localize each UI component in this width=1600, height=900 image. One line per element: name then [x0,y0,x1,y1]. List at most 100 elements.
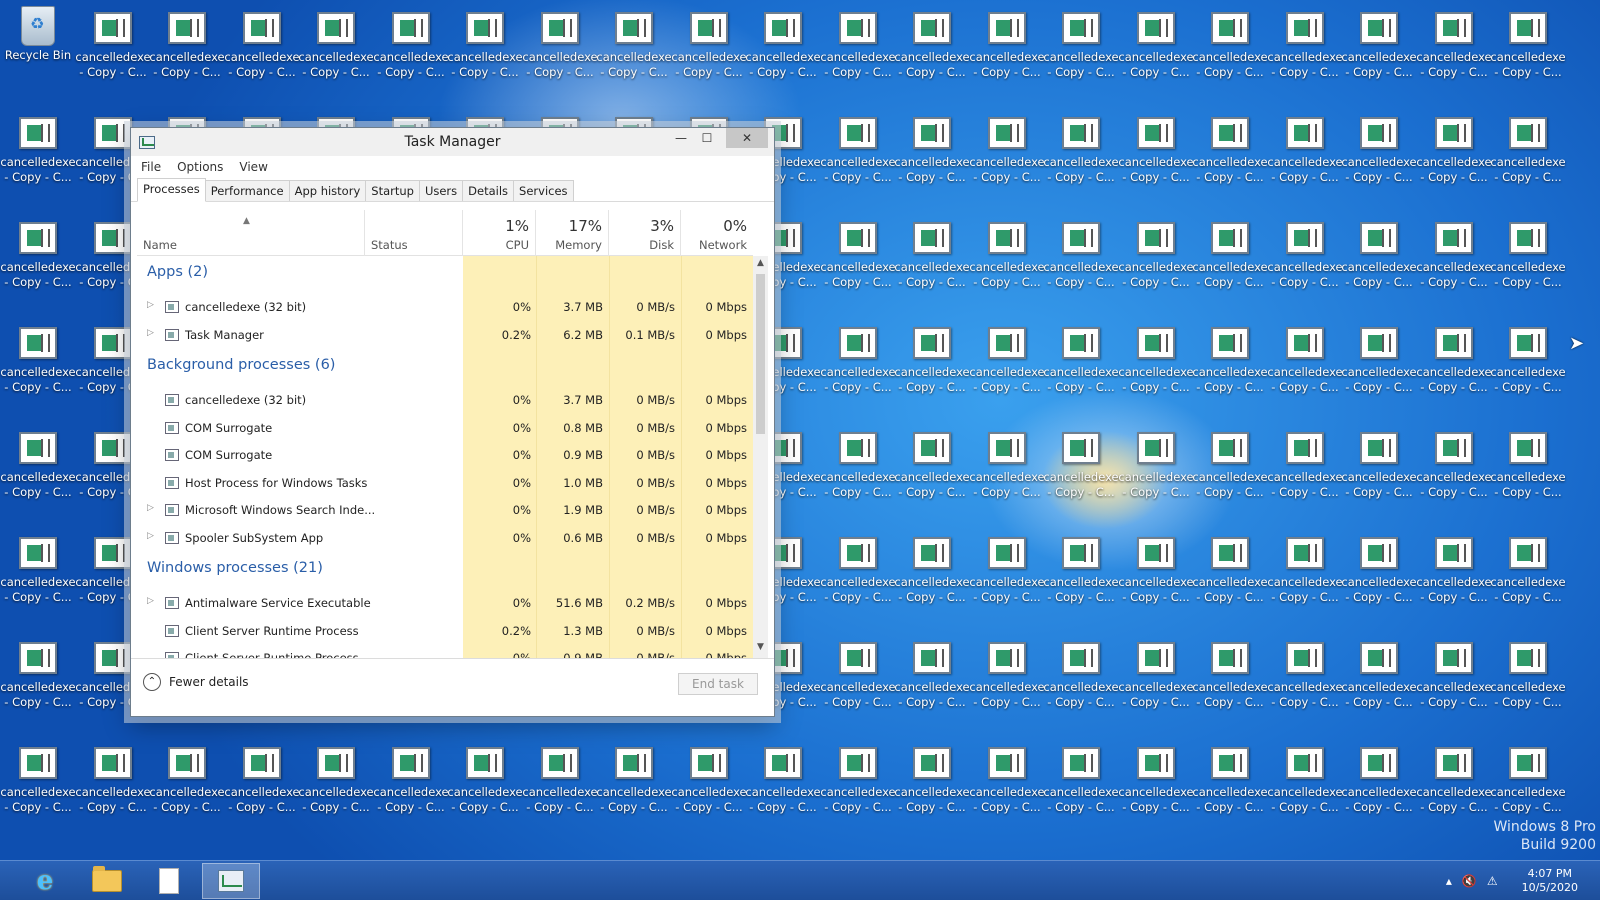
desktop-shortcut[interactable]: cancelledexe - Copy - C... [75,735,151,827]
desktop-shortcut[interactable]: cancelledexe - Copy - C... [1043,525,1119,617]
desktop-shortcut[interactable]: cancelledexe - Copy - C... [1192,315,1268,407]
desktop-shortcut[interactable]: cancelledexe - Copy - C... [0,315,76,407]
desktop-shortcut[interactable]: cancelledexe - Copy - C... [373,735,449,827]
desktop-shortcut[interactable]: cancelledexe - Copy - C... [969,315,1045,407]
desktop-shortcut[interactable]: cancelledexe - Copy - C... [671,735,747,827]
desktop-shortcut[interactable]: cancelledexe - Copy - C... [522,0,598,92]
desktop-shortcut[interactable]: cancelledexe - Copy - C... [1416,735,1492,827]
desktop-shortcut[interactable]: cancelledexe - Copy - C... [894,210,970,302]
desktop-shortcut[interactable]: cancelledexe - Copy - C... [820,630,896,722]
desktop-shortcut[interactable]: cancelledexe - Copy - C... [1118,525,1194,617]
clock[interactable]: 4:07 PM 10/5/2020 [1522,867,1578,895]
desktop-shortcut[interactable]: cancelledexe - Copy - C... [1192,210,1268,302]
desktop-shortcut[interactable]: cancelledexe - Copy - C... [0,210,76,302]
scroll-up-icon[interactable]: ▲ [753,258,768,272]
desktop-shortcut[interactable]: cancelledexe - Copy - C... [1416,0,1492,92]
column-name[interactable]: Name [137,210,365,256]
desktop-shortcut[interactable]: cancelledexe - Copy - C... [1416,630,1492,722]
desktop-shortcut[interactable]: cancelledexe - Copy - C... [1490,420,1566,512]
desktop-shortcut[interactable]: cancelledexe - Copy - C... [0,105,76,197]
expand-arrow-icon[interactable]: ▷ [147,300,154,310]
desktop-shortcut[interactable]: cancelledexe - Copy - C... [820,105,896,197]
process-row[interactable]: Client Server Runtime Process 0.2% 1.3 MB 0… [137,618,753,645]
desktop-shortcut[interactable]: cancelledexe - Copy - C... [820,525,896,617]
menu-file[interactable]: File [141,160,161,174]
desktop-shortcut[interactable]: cancelledexe - Copy - C... [298,735,374,827]
desktop-shortcut[interactable]: cancelledexe - Copy - C... [596,0,672,92]
end-task-button[interactable]: End task [678,673,758,695]
column-network[interactable]: 0% Network [681,210,753,256]
desktop-shortcut[interactable]: cancelledexe - Copy - C... [1267,105,1343,197]
process-row[interactable]: COM Surrogate 0% 0.8 MB 0 MB/s 0 Mbps [137,415,753,442]
tab-processes[interactable]: Processes [137,178,206,202]
desktop-shortcut[interactable]: cancelledexe - Copy - C... [298,0,374,92]
desktop-shortcut[interactable]: cancelledexe - Copy - C... [1267,630,1343,722]
process-row[interactable]: cancelledexe (32 bit) 0% 3.7 MB 0 MB/s 0 Mbp… [137,387,753,414]
process-list-scrollbar[interactable]: ▲ ▼ [753,256,768,658]
desktop-shortcut[interactable]: cancelledexe - Copy - C... [894,315,970,407]
desktop-shortcut[interactable]: cancelledexe - Copy - C... [224,0,300,92]
tab-performance[interactable]: Performance [204,180,290,201]
desktop-shortcut[interactable]: cancelledexe - Copy - C... [1490,630,1566,722]
desktop-shortcut[interactable]: cancelledexe - Copy - C... [75,0,151,92]
desktop-shortcut[interactable]: cancelledexe - Copy - C... [1043,420,1119,512]
desktop-shortcut[interactable]: cancelledexe - Copy - C... [447,735,523,827]
recycle-bin[interactable]: Recycle Bin [1,0,75,92]
desktop-shortcut[interactable]: cancelledexe - Copy - C... [1341,0,1417,92]
desktop-shortcut[interactable]: cancelledexe - Copy - C... [1341,735,1417,827]
desktop-shortcut[interactable]: cancelledexe - Copy - C... [1341,315,1417,407]
desktop-shortcut[interactable]: cancelledexe - Copy - C... [1490,105,1566,197]
desktop-shortcut[interactable]: cancelledexe - Copy - C... [745,0,821,92]
desktop-shortcut[interactable]: cancelledexe - Copy - C... [969,630,1045,722]
desktop-shortcut[interactable]: cancelledexe - Copy - C... [1118,0,1194,92]
desktop-shortcut[interactable]: cancelledexe - Copy - C... [1043,105,1119,197]
desktop-shortcut[interactable]: cancelledexe - Copy - C... [149,0,225,92]
tab-details[interactable]: Details [462,180,515,201]
process-row[interactable]: ▷ Antimalware Service Executable 0% 51.6 MB… [137,590,753,617]
desktop-shortcut[interactable]: cancelledexe - Copy - C... [969,105,1045,197]
desktop-shortcut[interactable]: cancelledexe - Copy - C... [1043,210,1119,302]
desktop-shortcut[interactable]: cancelledexe - Copy - C... [1118,315,1194,407]
process-row[interactable]: COM Surrogate 0% 0.9 MB 0 MB/s 0 Mbps [137,442,753,469]
desktop-shortcut[interactable]: cancelledexe - Copy - C... [1043,0,1119,92]
desktop-shortcut[interactable]: cancelledexe - Copy - C... [1118,210,1194,302]
desktop-shortcut[interactable]: cancelledexe - Copy - C... [894,420,970,512]
desktop-shortcut[interactable]: cancelledexe - Copy - C... [969,210,1045,302]
menu-view[interactable]: View [239,160,267,174]
desktop-shortcut[interactable]: cancelledexe - Copy - C... [1267,0,1343,92]
scroll-down-icon[interactable]: ▼ [753,642,768,656]
desktop-shortcut[interactable]: cancelledexe - Copy - C... [820,210,896,302]
desktop-shortcut[interactable]: cancelledexe - Copy - C... [1192,420,1268,512]
desktop-shortcut[interactable]: cancelledexe - Copy - C... [0,525,76,617]
taskbar-task-manager[interactable] [202,863,260,899]
desktop-shortcut[interactable]: cancelledexe - Copy - C... [1490,210,1566,302]
desktop-shortcut[interactable]: cancelledexe - Copy - C... [969,420,1045,512]
desktop-shortcut[interactable]: cancelledexe - Copy - C... [1267,420,1343,512]
desktop-shortcut[interactable]: cancelledexe - Copy - C... [1490,525,1566,617]
desktop-shortcut[interactable]: cancelledexe - Copy - C... [1341,420,1417,512]
desktop-shortcut[interactable]: cancelledexe - Copy - C... [1416,525,1492,617]
desktop-shortcut[interactable]: cancelledexe - Copy - C... [0,630,76,722]
process-row[interactable]: ▷ Microsoft Windows Search Inde... 0% 1.9 M… [137,497,753,524]
fewer-details-button[interactable]: ⌃ Fewer details [143,673,249,691]
desktop-shortcut[interactable]: cancelledexe - Copy - C... [1043,630,1119,722]
process-row[interactable]: Client Server Runtime Process 0% 0.9 MB 0 M… [137,645,753,658]
desktop-shortcut[interactable]: cancelledexe - Copy - C... [820,735,896,827]
network-error-icon[interactable]: ⚠ [1487,874,1498,888]
desktop-shortcut[interactable]: cancelledexe - Copy - C... [894,525,970,617]
desktop-shortcut[interactable]: cancelledexe - Copy - C... [745,735,821,827]
desktop-shortcut[interactable]: cancelledexe - Copy - C... [0,420,76,512]
process-row[interactable]: ▷ cancelledexe (32 bit) 0% 3.7 MB 0 MB/s 0 Mb… [137,294,753,321]
desktop-shortcut[interactable]: cancelledexe - Copy - C... [820,0,896,92]
taskbar-file-explorer[interactable] [78,863,136,899]
desktop-shortcut[interactable]: cancelledexe - Copy - C... [1416,420,1492,512]
expand-arrow-icon[interactable]: ▷ [147,596,154,606]
desktop-shortcut[interactable]: cancelledexe - Copy - C... [522,735,598,827]
tab-services[interactable]: Services [513,180,574,201]
desktop-shortcut[interactable]: cancelledexe - Copy - C... [373,0,449,92]
desktop-shortcut[interactable]: cancelledexe - Copy - C... [0,735,76,827]
column-disk[interactable]: 3% Disk [609,210,681,256]
column-cpu[interactable]: 1% CPU [463,210,536,256]
expand-arrow-icon[interactable]: ▷ [147,531,154,541]
desktop-shortcut[interactable]: cancelledexe - Copy - C... [1267,315,1343,407]
